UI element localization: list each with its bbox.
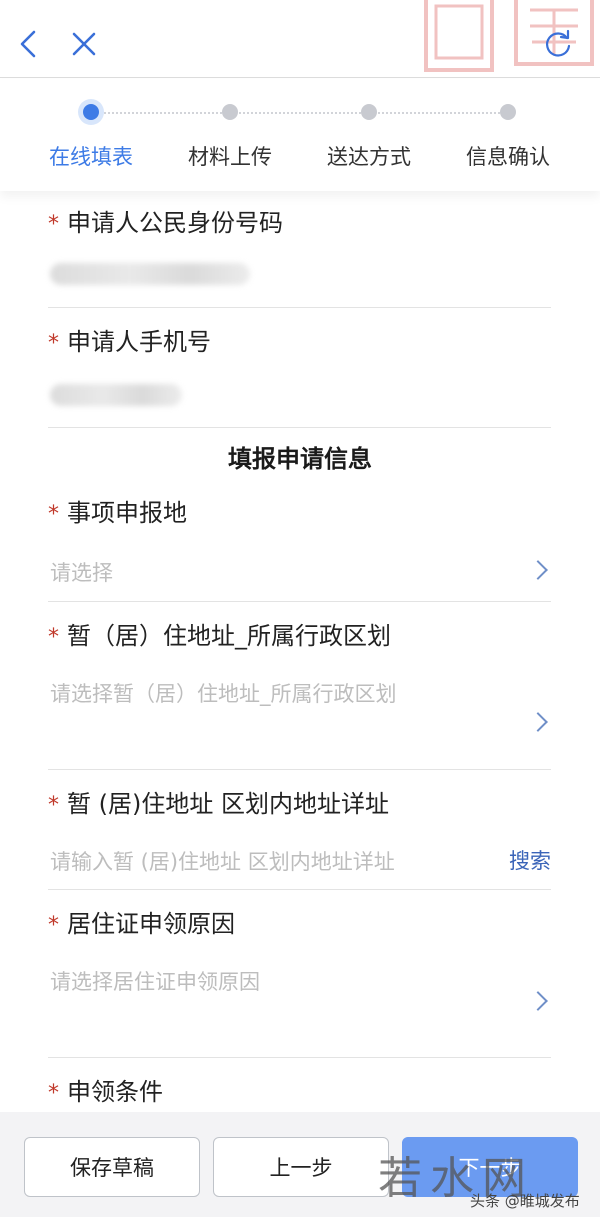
address-label: * 暂 (居)住地址 区划内地址详址 xyxy=(48,790,389,818)
back-button[interactable] xyxy=(8,22,48,66)
required-mark: * xyxy=(48,793,59,818)
step-label-delivery: 送达方式 xyxy=(327,145,411,169)
address-placeholder: 请输入暂 (居)住地址 区划内地址详址 xyxy=(50,850,395,874)
step-connector xyxy=(239,112,361,114)
chevron-right-icon xyxy=(528,712,548,732)
step-label-confirm: 信息确认 xyxy=(466,145,550,169)
id-number-label: * 申请人公民身份号码 xyxy=(48,209,283,237)
chevron-right-icon xyxy=(528,560,548,580)
step-connector xyxy=(378,112,500,114)
step-dot-online-form xyxy=(83,104,99,120)
location-label: * 事项申报地 xyxy=(48,499,187,527)
location-placeholder: 请选择 xyxy=(50,561,113,585)
required-mark: * xyxy=(48,502,59,527)
close-button[interactable] xyxy=(62,22,106,66)
required-mark: * xyxy=(48,331,59,356)
bottom-action-bar: 保存草稿 上一步 下一步 若水网 头条 @睢城发布 xyxy=(0,1112,600,1217)
step-dot-upload xyxy=(222,104,238,120)
address-field[interactable]: * 暂 (居)住地址 区划内地址详址 请输入暂 (居)住地址 区划内地址详址 搜索 xyxy=(48,770,551,890)
step-label-upload: 材料上传 xyxy=(188,145,272,169)
phone-field[interactable]: * 申请人手机号 xyxy=(48,308,551,428)
required-mark: * xyxy=(48,1081,59,1106)
conditions-field[interactable]: * 申领条件 xyxy=(48,1058,551,1112)
step-connector xyxy=(100,112,222,114)
region-field[interactable]: * 暂（居）住地址_所属行政区划 请选择暂（居）住地址_所属行政区划 xyxy=(48,602,551,770)
previous-step-button[interactable]: 上一步 xyxy=(213,1137,389,1197)
refresh-button[interactable] xyxy=(536,22,580,66)
progress-steps: 在线填表 材料上传 送达方式 信息确认 xyxy=(0,79,600,191)
id-number-value-redacted xyxy=(50,263,250,285)
step-dot-delivery xyxy=(361,104,377,120)
section-title: 填报申请信息 xyxy=(228,445,372,473)
chevron-left-icon xyxy=(20,30,36,58)
refresh-icon xyxy=(546,29,571,57)
required-mark: * xyxy=(48,212,59,237)
step-label-online-form: 在线填表 xyxy=(49,145,133,169)
watermark-text: 头条 @睢城发布 xyxy=(470,1192,580,1210)
reason-placeholder: 请选择居住证申领原因 xyxy=(50,970,260,994)
phone-label: * 申请人手机号 xyxy=(48,328,211,356)
step-dot-confirm xyxy=(500,104,516,120)
location-field[interactable]: * 事项申报地 请选择 xyxy=(48,481,551,602)
region-placeholder: 请选择暂（居）住地址_所属行政区划 xyxy=(50,682,397,706)
phone-value-redacted xyxy=(50,384,182,406)
id-number-field[interactable]: * 申请人公民身份号码 xyxy=(48,191,551,308)
reason-label: * 居住证申领原因 xyxy=(48,910,235,938)
close-icon xyxy=(72,32,96,56)
save-draft-button[interactable]: 保存草稿 xyxy=(24,1137,200,1197)
top-bar xyxy=(0,0,600,78)
conditions-label: * 申领条件 xyxy=(48,1078,163,1106)
required-mark: * xyxy=(48,625,59,650)
address-search-button[interactable]: 搜索 xyxy=(509,845,551,875)
region-label: * 暂（居）住地址_所属行政区划 xyxy=(48,622,391,650)
reason-field[interactable]: * 居住证申领原因 请选择居住证申领原因 xyxy=(48,890,551,1058)
chevron-right-icon xyxy=(528,991,548,1011)
required-mark: * xyxy=(48,913,59,938)
